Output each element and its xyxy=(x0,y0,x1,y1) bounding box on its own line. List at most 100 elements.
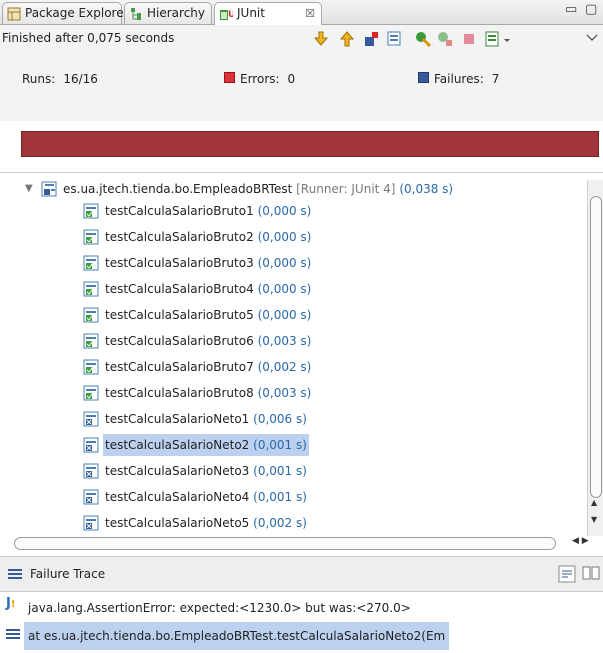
scroll-up-arrow-icon[interactable]: ▲ xyxy=(591,498,597,507)
test-run-history-icon[interactable] xyxy=(484,30,502,48)
trace-line-text: at es.ua.jtech.tienda.bo.EmpleadoBRTest.… xyxy=(24,622,450,650)
test-name: testCalculaSalarioBruto6 xyxy=(105,334,254,348)
test-case-label: testCalculaSalarioBruto7 (0,002 s) xyxy=(105,356,311,378)
vertical-scroll-thumb[interactable] xyxy=(590,196,602,498)
runner-label: [Runner: JUnit 4] xyxy=(296,182,396,196)
show-failures-only-icon[interactable] xyxy=(362,30,380,48)
junit-icon: U xyxy=(220,10,233,20)
test-passed-icon xyxy=(83,385,99,401)
test-time: (0,000 s) xyxy=(257,282,312,296)
test-time: (0,000 s) xyxy=(257,204,312,218)
test-progress-bar xyxy=(21,131,599,157)
test-case-label: testCalculaSalarioNeto3 (0,001 s) xyxy=(105,460,307,482)
test-name: testCalculaSalarioBruto3 xyxy=(105,256,254,270)
divider xyxy=(0,172,603,173)
rerun-test-icon[interactable] xyxy=(414,30,432,48)
test-name: testCalculaSalarioNeto5 xyxy=(105,516,250,530)
compare-result-icon[interactable] xyxy=(582,565,600,583)
test-case-label: testCalculaSalarioBruto6 (0,003 s) xyxy=(105,330,311,352)
horizontal-scroll-thumb[interactable] xyxy=(14,537,556,550)
test-passed-icon xyxy=(83,255,99,271)
test-time: (0,001 s) xyxy=(253,438,307,452)
test-name: testCalculaSalarioNeto2 xyxy=(105,438,250,452)
suite-name: es.ua.jtech.tienda.bo.EmpleadoBRTest xyxy=(63,182,293,196)
test-case-label: testCalculaSalarioBruto3 (0,000 s) xyxy=(105,252,311,274)
runs-value: 16/16 xyxy=(63,72,98,86)
tab-junit[interactable]: U JUnit ☒ xyxy=(214,2,322,25)
test-case-label: testCalculaSalarioBruto4 (0,000 s) xyxy=(105,278,311,300)
failures-value: 7 xyxy=(491,72,500,86)
tab-package-explorer[interactable]: Package Explorer xyxy=(2,2,129,24)
test-failed-icon xyxy=(83,463,99,479)
test-results-tree[interactable]: ▼ es.ua.jtech.tienda.bo.EmpleadoBRTest [… xyxy=(0,178,587,536)
test-name: testCalculaSalarioNeto1 xyxy=(105,412,250,426)
finished-status-text: Finished after 0,075 seconds xyxy=(2,31,175,45)
test-name: testCalculaSalarioNeto4 xyxy=(105,490,250,504)
runs-counter: Runs: 16/16 xyxy=(22,72,98,86)
package-explorer-icon xyxy=(7,7,21,21)
view-tab-bar: Package Explorer Hierarchy U JUnit ☒ ▭ ▢ xyxy=(0,0,603,25)
test-time: (0,006 s) xyxy=(253,412,307,426)
stop-icon[interactable] xyxy=(460,30,478,48)
test-name: testCalculaSalarioBruto5 xyxy=(105,308,254,322)
next-failure-icon[interactable] xyxy=(312,30,330,48)
tree-vertical-scrollbar[interactable]: ▲ ▼ xyxy=(587,180,603,536)
previous-failure-icon[interactable] xyxy=(338,30,356,48)
test-passed-icon xyxy=(83,229,99,245)
test-name: testCalculaSalarioBruto4 xyxy=(105,282,254,296)
stack-frame-icon xyxy=(6,629,20,639)
svg-text:U: U xyxy=(228,10,233,20)
errors-counter: Errors: 0 xyxy=(224,72,295,86)
errors-value: 0 xyxy=(287,72,296,86)
test-failed-icon xyxy=(83,489,99,505)
tab-hierarchy[interactable]: Hierarchy xyxy=(124,2,212,24)
failure-trace-icon xyxy=(8,569,22,579)
test-time: (0,002 s) xyxy=(257,360,312,374)
test-name: testCalculaSalarioBruto7 xyxy=(105,360,254,374)
assertion-error-icon: J! xyxy=(6,596,16,611)
test-case-label: testCalculaSalarioNeto5 (0,002 s) xyxy=(105,512,307,534)
test-time: (0,000 s) xyxy=(257,256,312,270)
error-icon xyxy=(224,72,235,83)
test-counters: Runs: 16/16 Errors: 0 Failures: 7 xyxy=(0,61,603,121)
test-name: testCalculaSalarioBruto2 xyxy=(105,230,254,244)
test-time: (0,000 s) xyxy=(257,230,312,244)
suite-time: (0,038 s) xyxy=(399,182,454,196)
scroll-down-arrow-icon[interactable]: ▼ xyxy=(591,515,597,524)
test-time: (0,003 s) xyxy=(257,334,312,348)
test-passed-icon xyxy=(83,307,99,323)
test-name: testCalculaSalarioBruto1 xyxy=(105,204,254,218)
hierarchy-icon xyxy=(131,8,141,20)
junit-toolbar: Finished after 0,075 seconds xyxy=(0,25,603,61)
view-menu-icon[interactable] xyxy=(585,30,599,48)
failure-trace-list[interactable]: J! java.lang.AssertionError: expected:<1… xyxy=(0,592,603,653)
history-dropdown-icon[interactable] xyxy=(502,30,512,48)
test-case-label: testCalculaSalarioNeto4 (0,001 s) xyxy=(105,486,307,508)
test-case-label: testCalculaSalarioBruto5 (0,000 s) xyxy=(105,304,311,326)
test-time: (0,001 s) xyxy=(253,490,307,504)
filter-stack-trace-icon[interactable] xyxy=(558,565,576,583)
test-suite-failed-icon xyxy=(41,181,57,197)
test-failed-icon xyxy=(83,411,99,427)
test-failed-icon xyxy=(83,437,99,453)
tree-root-label: es.ua.jtech.tienda.bo.EmpleadoBRTest [Ru… xyxy=(63,178,453,200)
test-time: (0,002 s) xyxy=(253,516,307,530)
test-time: (0,000 s) xyxy=(257,308,312,322)
minimize-icon[interactable]: ▭ xyxy=(565,2,577,17)
test-name: testCalculaSalarioBruto8 xyxy=(105,386,254,400)
test-case-label: testCalculaSalarioNeto2 (0,001 s) xyxy=(103,434,309,456)
rerun-failures-first-icon[interactable] xyxy=(436,30,454,48)
tree-horizontal-scrollbar[interactable] xyxy=(14,536,587,550)
failures-label: Failures: xyxy=(434,72,484,86)
errors-label: Errors: xyxy=(240,72,280,86)
expand-twisty-icon[interactable]: ▼ xyxy=(25,178,33,200)
horizontal-scroll-arrows-icon[interactable]: ◀ ▶ xyxy=(572,536,589,546)
test-failed-icon xyxy=(83,515,99,531)
test-time: (0,003 s) xyxy=(257,386,312,400)
tab-label: JUnit xyxy=(237,6,265,20)
maximize-icon[interactable]: ▢ xyxy=(585,2,597,17)
scroll-lock-icon[interactable] xyxy=(386,30,404,48)
test-passed-icon xyxy=(83,359,99,375)
test-passed-icon xyxy=(83,333,99,349)
close-icon[interactable]: ☒ xyxy=(305,3,315,24)
